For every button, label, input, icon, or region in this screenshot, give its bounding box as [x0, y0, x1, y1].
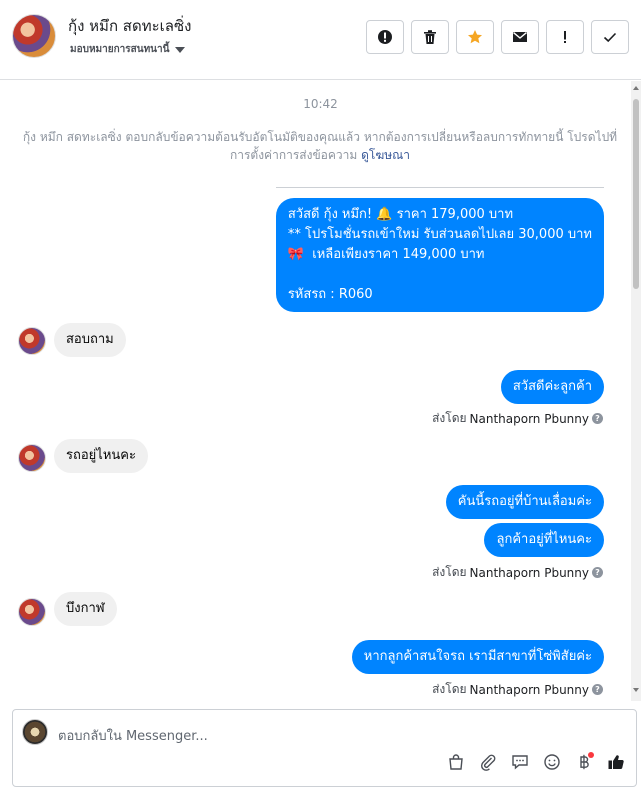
message-bubble-incoming[interactable]: บึงกาฬ [54, 592, 117, 626]
reply-composer[interactable]: ตอบกลับใน Messenger... [12, 709, 637, 787]
saved-replies-button[interactable] [510, 752, 530, 772]
chat-bubble-icon [512, 755, 528, 770]
message-bubble-incoming[interactable]: รถอยู่ไหนคะ [54, 439, 148, 473]
help-icon[interactable]: ? [592, 567, 603, 578]
notification-dot [588, 752, 594, 758]
composer-toolbar [446, 752, 626, 772]
caret-down-icon [175, 46, 186, 53]
attach-button[interactable] [478, 752, 498, 772]
mark-unread-button[interactable] [501, 20, 539, 54]
exclamation-icon [564, 31, 566, 43]
mark-done-button[interactable] [591, 20, 629, 54]
bag-icon [449, 754, 463, 770]
page-avatar [22, 719, 48, 745]
assign-label: มอบหมายการสนทนานี้ [70, 44, 170, 55]
star-button[interactable] [456, 20, 494, 54]
message-bubble-outgoing[interactable]: หากลูกค้าสนใจรถ เรามีสาขาที่โซ่พิสัยค่ะ [351, 640, 604, 674]
sent-by-name: Nanthaporn Pbunny [469, 565, 589, 580]
paperclip-icon [480, 754, 496, 771]
sent-by-label: ส่งโดย Nanthaporn Pbunny ? [432, 680, 603, 699]
sender-avatar [18, 444, 46, 472]
scrollbar-thumb[interactable] [633, 99, 639, 289]
message-bubble-outgoing[interactable]: สวัสดี กุ้ง หมึก! 🔔 ราคา 179,000 บาท ** … [275, 198, 604, 312]
smiley-icon [544, 754, 560, 770]
notice-text: กุ้ง หมึก สดทะเลซิ่ง ตอบกลับข้อความต้อนร… [22, 130, 618, 162]
contact-name[interactable]: กุ้ง หมึก สดทะเลซิ่ง [68, 14, 191, 38]
mark-spam-button[interactable] [366, 20, 404, 54]
star-icon [468, 30, 482, 44]
message-bubble-incoming[interactable]: สอบถาม [54, 323, 126, 357]
message-scrollbar[interactable] [631, 81, 641, 701]
conversation-header: กุ้ง หมึก สดทะเลซิ่ง มอบหมายการสนทนานี้ [0, 0, 641, 80]
message-bubble-outgoing[interactable]: คันนี้รถอยู่ที่บ้านเลื่อมค่ะ [445, 485, 604, 519]
payment-button[interactable] [574, 752, 594, 772]
sent-by-label: ส่งโดย Nanthaporn Pbunny ? [432, 563, 603, 582]
sender-avatar [18, 327, 46, 355]
assign-conversation-dropdown[interactable]: มอบหมายการสนทนานี้ [70, 42, 186, 57]
scroll-up-arrow-icon[interactable] [633, 86, 639, 90]
scroll-down-arrow-icon[interactable] [633, 688, 639, 692]
sent-by-prefix: ส่งโดย [432, 411, 467, 425]
check-icon [603, 32, 617, 43]
header-actions [366, 20, 629, 54]
sent-by-name: Nanthaporn Pbunny [469, 411, 589, 426]
shop-button[interactable] [446, 752, 466, 772]
sent-by-name: Nanthaporn Pbunny [469, 682, 589, 697]
contact-avatar[interactable] [12, 14, 56, 58]
like-button[interactable] [606, 752, 626, 772]
message-bubble-outgoing[interactable]: สวัสดีค่ะลูกค้า [500, 370, 604, 404]
emoji-button[interactable] [542, 752, 562, 772]
thumbs-up-icon [608, 755, 624, 769]
sent-by-prefix: ส่งโดย [432, 682, 467, 696]
message-bubble-outgoing[interactable]: ลูกค้าอยู่ที่ไหนคะ [484, 523, 604, 557]
delete-button[interactable] [411, 20, 449, 54]
reply-input[interactable]: ตอบกลับใน Messenger... [58, 725, 208, 746]
sent-by-label: ส่งโดย Nanthaporn Pbunny ? [432, 409, 603, 428]
sent-by-prefix: ส่งโดย [432, 565, 467, 579]
sender-avatar [18, 598, 46, 626]
message-timestamp: 10:42 [303, 97, 338, 111]
envelope-icon [513, 32, 527, 42]
alert-icon [378, 30, 392, 44]
follow-up-button[interactable] [546, 20, 584, 54]
divider [276, 187, 604, 188]
auto-reply-notice: กุ้ง หมึก สดทะเลซิ่ง ตอบกลับข้อความต้อนร… [20, 128, 620, 164]
help-icon[interactable]: ? [592, 413, 603, 424]
view-ad-link[interactable]: ดูโฆษณา [361, 148, 410, 162]
trash-icon [424, 30, 436, 44]
help-icon[interactable]: ? [592, 684, 603, 695]
